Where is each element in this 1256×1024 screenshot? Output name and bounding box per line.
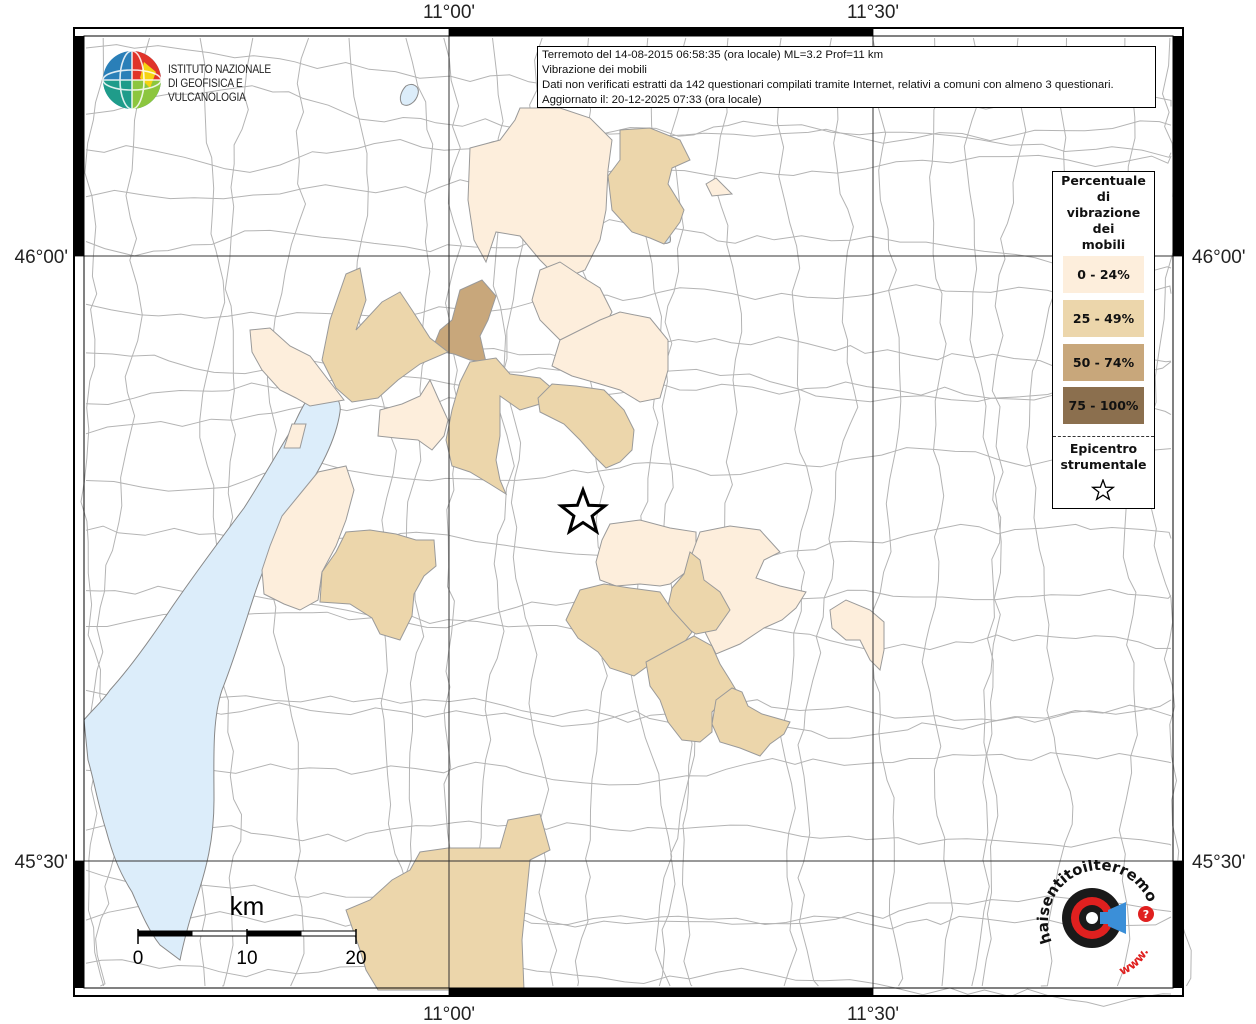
legend-title-line3: vibrazione (1066, 205, 1141, 220)
lat-label-right-4600: 46°00' (1192, 247, 1246, 268)
info-line-updated: Aggiornato il: 20-12-2025 07:33 (ora loc… (542, 94, 762, 106)
legend-epicenter-line2: strumentale (1060, 457, 1147, 472)
ingv-name: ISTITUTO NAZIONALE DI GEOFISICA E VULCAN… (168, 63, 300, 105)
legend-item-50-74: 50 - 74% (1063, 344, 1144, 381)
lon-label-bottom-1130: 11°30' (847, 1004, 899, 1024)
scale-label-20: 20 (345, 948, 366, 969)
legend-title-line5: mobili (1081, 237, 1126, 252)
ingv-line1: ISTITUTO NAZIONALE (168, 64, 271, 76)
legend: Percentuale di vibrazione dei mobili 0 -… (1052, 171, 1155, 509)
lat-label-right-4530: 45°30' (1192, 852, 1246, 873)
legend-item-75-100: 75 - 100% (1063, 387, 1144, 424)
lat-label-left-4600: 46°00' (15, 247, 69, 268)
lon-label-top-1130: 11°30' (847, 2, 899, 23)
lon-label-top-1100: 11°00' (423, 2, 475, 23)
lat-label-left-4530: 45°30' (15, 852, 69, 873)
legend-item-0-24: 0 - 24% (1063, 256, 1144, 293)
scale-label-10: 10 (236, 948, 257, 969)
legend-separator (1053, 436, 1154, 437)
earthquake-info-box: Terremoto del 14-08-2015 06:58:35 (ora l… (537, 46, 1156, 108)
legend-epicenter-label: Epicentro strumentale (1053, 441, 1154, 473)
ingv-line2: DI GEOFISICA E VULCANOLOGIA (168, 78, 246, 104)
ingv-logo: ISTITUTO NAZIONALE DI GEOFISICA E VULCAN… (98, 46, 318, 112)
scale-unit: km (230, 891, 265, 921)
haisentito-www: www. (1117, 945, 1152, 978)
legend-star-icon (1091, 479, 1115, 501)
haisentito-logo: ? haisentitoilterremoto.it www. (1025, 846, 1170, 980)
scale-label-0: 0 (133, 948, 144, 969)
legend-epicenter-line1: Epicentro (1069, 441, 1138, 456)
legend-title-line1: Percentuale (1061, 173, 1146, 188)
legend-item-25-49: 25 - 49% (1063, 300, 1144, 337)
info-line-event: Terremoto del 14-08-2015 06:58:35 (ora l… (542, 49, 884, 61)
haisentito-logo-graphic: ? haisentitoilterremoto.it www. (1025, 846, 1161, 978)
legend-title-line2: di (1096, 189, 1111, 204)
legend-title: Percentuale di vibrazione dei mobili (1053, 173, 1154, 253)
lon-label-bottom-1100: 11°00' (423, 1004, 475, 1024)
question-icon: ? (1143, 908, 1149, 921)
info-line-source: Dati non verificati estratti da 142 ques… (542, 79, 1114, 91)
municipality-southeast-light (595, 519, 697, 587)
info-line-subject: Vibrazione dei mobili (542, 64, 647, 76)
legend-title-line4: dei (1092, 221, 1115, 236)
globe-icon (102, 50, 162, 110)
